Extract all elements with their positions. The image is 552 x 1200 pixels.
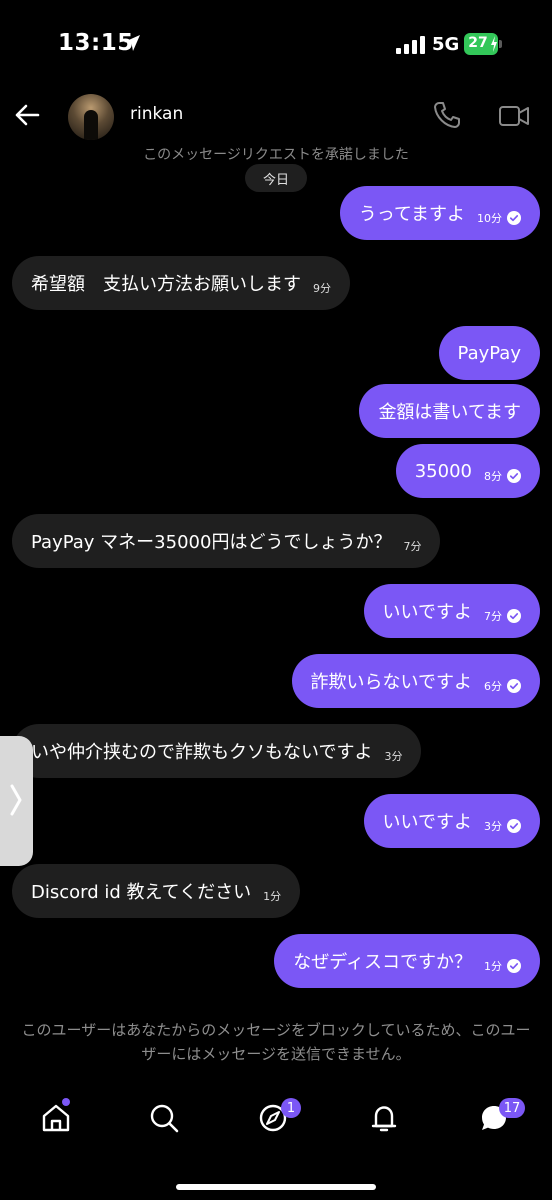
chat-badge: 17: [499, 1098, 525, 1118]
sent-message[interactable]: 金額は書いてます: [359, 384, 540, 438]
username[interactable]: rinkan: [130, 104, 183, 124]
message-text: 35000: [414, 460, 472, 482]
message-time: 6分: [484, 680, 502, 693]
read-check-icon: [507, 469, 521, 483]
message-text: うってますよ: [358, 204, 465, 225]
network-type: 5G: [432, 34, 460, 55]
sent-message[interactable]: 35000 8分: [395, 444, 540, 498]
message-text: いいですよ: [382, 812, 472, 833]
message-time: 8分: [484, 470, 502, 483]
message-time: 1分: [263, 890, 282, 903]
read-check-icon: [507, 211, 521, 225]
home-icon[interactable]: [40, 1102, 72, 1134]
video-call-icon[interactable]: [498, 102, 530, 130]
read-check-icon: [507, 959, 521, 973]
sent-message[interactable]: PayPay: [438, 326, 540, 380]
search-icon[interactable]: [148, 1102, 180, 1134]
message-time: 9分: [313, 282, 331, 295]
read-check-icon: [507, 609, 521, 623]
avatar[interactable]: [68, 94, 114, 140]
message-time: 1分: [484, 960, 502, 973]
message-text: Discord id 教えてください: [31, 882, 252, 903]
home-activity-dot: [62, 1098, 70, 1106]
bell-icon[interactable]: [368, 1102, 400, 1134]
side-panel-tab[interactable]: [0, 736, 33, 866]
message-time: 7分: [484, 610, 502, 623]
received-message[interactable]: 希望額 支払い方法お願いします 9分: [12, 256, 350, 310]
read-check-icon: [507, 819, 521, 833]
message-text: 金額は書いてます: [378, 402, 521, 423]
received-message[interactable]: いや仲介挟むので詐欺もクソもないですよ 3分: [12, 724, 422, 778]
date-separator: 今日: [245, 164, 307, 192]
sent-message[interactable]: いいですよ 3分: [363, 794, 540, 848]
message-time: 10分: [477, 212, 502, 225]
message-text: PayPay: [457, 342, 521, 364]
home-indicator: [176, 1184, 376, 1190]
charging-bolt-icon: [491, 36, 497, 52]
message-time: 3分: [484, 820, 502, 833]
received-message[interactable]: PayPay マネー35000円はどうでしょうか？ 7分: [12, 514, 441, 568]
sent-message[interactable]: いいですよ 7分: [363, 584, 540, 638]
back-arrow-icon[interactable]: [14, 102, 40, 128]
received-message[interactable]: Discord id 教えてください 1分: [12, 864, 301, 918]
battery-level: 27: [468, 35, 488, 51]
explore-badge: 1: [281, 1098, 301, 1118]
phone-icon[interactable]: [432, 100, 462, 130]
location-arrow-icon: [124, 35, 140, 51]
message-time: 3分: [384, 750, 403, 763]
message-text: 詐欺いらないですよ: [310, 672, 472, 693]
sent-message[interactable]: うってますよ 10分: [339, 186, 540, 240]
message-text: いいですよ: [382, 602, 472, 623]
sent-message[interactable]: 詐欺いらないですよ 6分: [291, 654, 540, 708]
battery-indicator: 27: [464, 33, 502, 55]
message-text: なぜディスコですか？: [293, 952, 472, 973]
message-time: 7分: [403, 540, 422, 553]
request-accepted-note: このメッセージリクエストを承諾しました: [143, 147, 409, 163]
cellular-signal-icon: [396, 36, 425, 54]
read-check-icon: [507, 679, 521, 693]
sent-message[interactable]: なぜディスコですか？ 1分: [274, 934, 540, 988]
message-text: 希望額 支払い方法お願いします: [31, 274, 301, 295]
chevron-right-icon: [10, 784, 22, 816]
message-text: いや仲介挟むので詐欺もクソもないですよ: [31, 742, 373, 763]
blocked-notice: このユーザーはあなたからのメッセージをブロックしているため、このユーザーにはメッ…: [21, 1021, 531, 1063]
message-text: PayPay マネー35000円はどうでしょうか？: [31, 532, 392, 553]
